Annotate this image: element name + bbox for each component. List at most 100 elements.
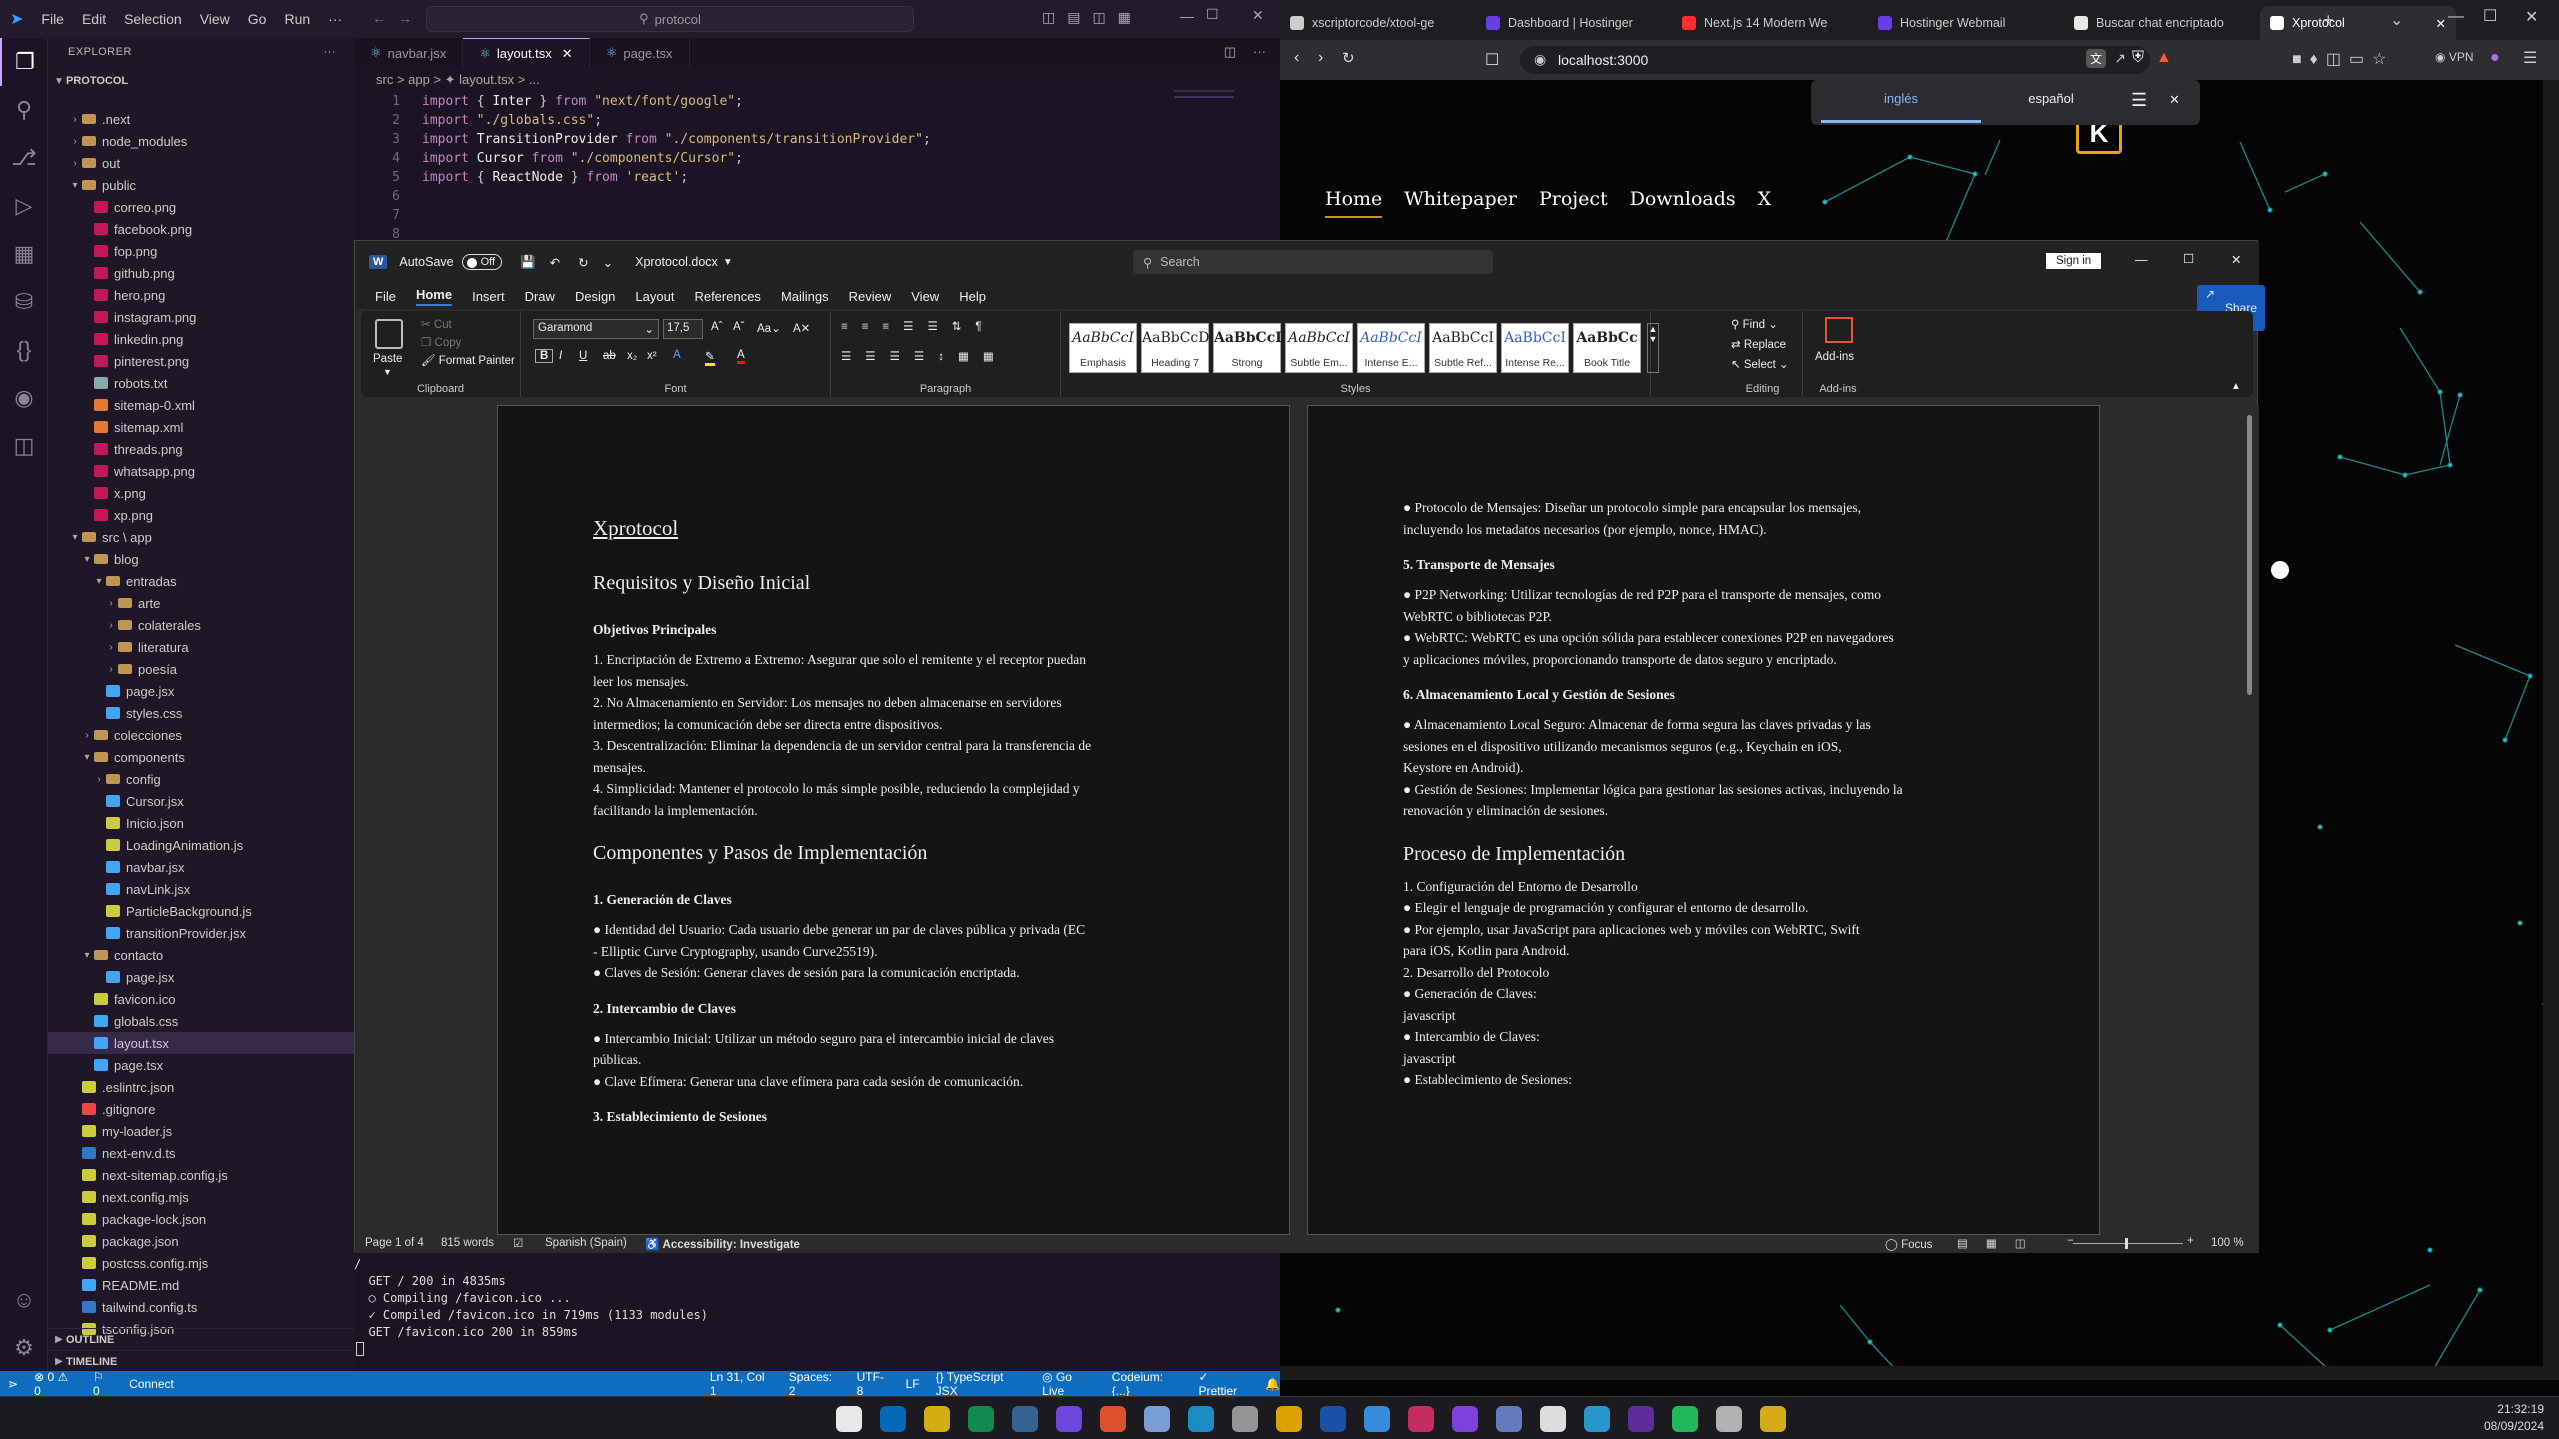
tree-item[interactable]: facebook.png: [48, 218, 354, 240]
tree-item[interactable]: ▾ public: [48, 174, 354, 196]
tree-item[interactable]: instagram.png: [48, 306, 354, 328]
proofing-icon[interactable]: ☑: [513, 1236, 523, 1250]
style-subtle-ref[interactable]: AaBbCcI Subtle Ref...: [1429, 323, 1497, 373]
vs-icon[interactable]: [1276, 1406, 1302, 1432]
tree-item[interactable]: transitionProvider.jsx: [48, 922, 354, 944]
strikethrough-icon[interactable]: ab: [603, 350, 616, 362]
tab-file[interactable]: File: [375, 289, 396, 304]
new-tab-icon[interactable]: +: [2323, 10, 2334, 31]
tab-view[interactable]: View: [911, 289, 939, 304]
tree-item[interactable]: ▾ src \ app: [48, 526, 354, 548]
system-clock[interactable]: 21:32:19 08/09/2024: [2444, 1401, 2544, 1435]
steam-icon[interactable]: [1232, 1406, 1258, 1432]
tree-item[interactable]: threads.png: [48, 438, 354, 460]
brave-shield-icon[interactable]: ⛨: [2132, 49, 2144, 67]
lang-english-tab[interactable]: inglés: [1811, 91, 1991, 106]
tree-item[interactable]: › arte: [48, 592, 354, 614]
tree-item[interactable]: ▾ entradas: [48, 570, 354, 592]
style-intense-e[interactable]: AaBbCcI Intense E...: [1357, 323, 1425, 373]
browser-minimize-icon[interactable]: —: [2448, 8, 2464, 26]
app-icon[interactable]: [1716, 1406, 1742, 1432]
menu-view[interactable]: View: [200, 11, 230, 27]
tab-layout[interactable]: Layout: [635, 289, 674, 304]
clear-formatting-icon[interactable]: A✕: [793, 321, 810, 335]
tab-layout[interactable]: ⚛ layout.tsx ✕: [463, 38, 590, 68]
browser-tab[interactable]: Xprotocol ✕: [2260, 6, 2456, 40]
settings-gear-icon[interactable]: ⚙: [0, 1324, 48, 1372]
sign-in-button[interactable]: Sign in: [2046, 253, 2102, 269]
tree-item[interactable]: › .next: [48, 108, 354, 130]
customize-toolbar-icon[interactable]: ⌄: [603, 255, 613, 270]
addins-button[interactable]: Add-ins: [1815, 351, 1854, 363]
line-ending[interactable]: LF: [906, 1377, 920, 1391]
tab-design[interactable]: Design: [575, 289, 615, 304]
cut-button[interactable]: ✂ Cut: [421, 317, 452, 331]
tree-item[interactable]: globals.css: [48, 1010, 354, 1032]
tab-draw[interactable]: Draw: [525, 289, 555, 304]
style-emphasis[interactable]: AaBbCcI Emphasis: [1069, 323, 1137, 373]
extensions-toolbar-icons[interactable]: ■♦◫▭☆: [2292, 49, 2394, 69]
search-activity-icon[interactable]: ⚲: [0, 86, 48, 134]
file-explorer-icon[interactable]: [880, 1406, 906, 1432]
nav-downloads-link[interactable]: Downloads: [1630, 188, 1736, 218]
word-icon[interactable]: [1320, 1406, 1346, 1432]
addins-grid-icon[interactable]: [1825, 317, 1853, 343]
subscript-icon[interactable]: x₂: [627, 350, 637, 362]
tree-item[interactable]: postcss.config.mjs: [48, 1252, 354, 1274]
font-color-icon[interactable]: A: [737, 349, 745, 364]
copy-button[interactable]: ❐ Copy: [421, 335, 461, 349]
explorer-icon[interactable]: ❐: [0, 38, 48, 86]
tree-item[interactable]: styles.css: [48, 702, 354, 724]
tab-mailings[interactable]: Mailings: [781, 289, 829, 304]
undo-icon[interactable]: ↶: [550, 255, 560, 270]
notes-icon[interactable]: [1760, 1406, 1786, 1432]
paste-button[interactable]: Paste: [373, 353, 402, 365]
share-icon[interactable]: ↗: [2114, 50, 2126, 67]
word-count[interactable]: 815 words: [441, 1237, 494, 1249]
redo-icon[interactable]: ↻: [578, 255, 588, 270]
browser-tab[interactable]: Dashboard | Hostinger: [1476, 6, 1672, 40]
minimap[interactable]: [1174, 90, 1234, 130]
tree-item[interactable]: github.png: [48, 262, 354, 284]
browser-scrollbar[interactable]: [2543, 80, 2559, 1380]
close-tab-icon[interactable]: ✕: [562, 46, 573, 62]
app-icon[interactable]: [1144, 1406, 1170, 1432]
browser-close-icon[interactable]: ✕: [2525, 7, 2538, 27]
brackets-icon[interactable]: {}: [0, 326, 48, 374]
site-info-icon[interactable]: ◉: [1534, 51, 1546, 68]
bookmark-icon[interactable]: ☐: [1485, 50, 1499, 70]
tree-item[interactable]: navbar.jsx: [48, 856, 354, 878]
translate-icon[interactable]: 文: [2085, 49, 2106, 68]
language-status[interactable]: Spanish (Spain): [545, 1237, 627, 1249]
grow-font-icon[interactable]: Aˆ: [711, 321, 723, 333]
indentation[interactable]: Spaces: 2: [789, 1370, 841, 1398]
github-icon[interactable]: ◉: [0, 374, 48, 422]
start-icon[interactable]: [836, 1406, 862, 1432]
language-mode[interactable]: {} TypeScript JSX: [936, 1370, 1027, 1398]
tab-help[interactable]: Help: [959, 289, 986, 304]
tree-item[interactable]: ▾ blog: [48, 548, 354, 570]
tree-item[interactable]: › node_modules: [48, 130, 354, 152]
save-icon[interactable]: 💾: [520, 255, 536, 270]
project-root[interactable]: ▼ PROTOCOL: [48, 70, 354, 92]
shrink-font-icon[interactable]: Aˇ: [733, 321, 745, 333]
layout-toggle-icons[interactable]: ◫▤◫▦: [1042, 9, 1143, 26]
menu-go[interactable]: Go: [248, 11, 267, 27]
tree-item[interactable]: package.json: [48, 1230, 354, 1252]
menu-more[interactable]: ···: [328, 11, 342, 27]
vscode-icon[interactable]: [1364, 1406, 1390, 1432]
word-maximize-icon[interactable]: ☐: [2183, 251, 2194, 266]
tree-item[interactable]: fop.png: [48, 240, 354, 262]
tree-item[interactable]: page.jsx: [48, 966, 354, 988]
format-painter-button[interactable]: 🖌 Format Painter: [421, 353, 515, 367]
tree-item[interactable]: ParticleBackground.js: [48, 900, 354, 922]
nav-x-link[interactable]: X: [1758, 188, 1772, 218]
tree-item[interactable]: › poesía: [48, 658, 354, 680]
forward-icon[interactable]: ›: [1318, 49, 1323, 67]
tree-item[interactable]: .eslintrc.json: [48, 1076, 354, 1098]
zoom-out-icon[interactable]: −: [2067, 1235, 2074, 1247]
autosave-toggle[interactable]: Off: [461, 254, 503, 270]
notifications-icon[interactable]: 🔔: [1265, 1377, 1280, 1391]
tree-item[interactable]: next-sitemap.config.js: [48, 1164, 354, 1186]
styles-more-icon[interactable]: ▲ ▼: [1647, 323, 1659, 373]
